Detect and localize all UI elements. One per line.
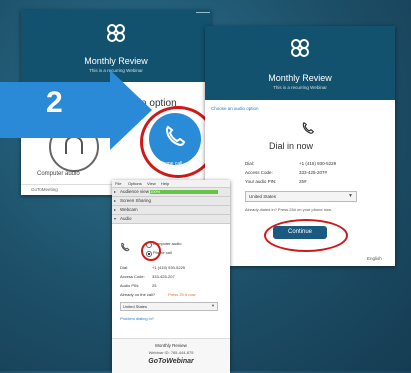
dial-window-subtitle: This is a recurring Webinar [273,85,327,90]
panel-menu-bar: File Options View Help [112,180,230,188]
access-code-value: 333-425-207# [299,170,328,175]
cp-audio-pin-value: 25 [152,283,157,288]
gotowebinar-logo: GoToWebinar [148,358,194,365]
radio-highlight-circle [141,241,161,261]
problem-dialing-link[interactable]: Problem dialing in? [120,316,154,321]
section-webcam[interactable]: ▸ Webcam [112,206,230,215]
section-label: Audience view [120,189,150,194]
section-label: Audio [120,216,132,221]
step-number: 2 [46,86,63,119]
footer-webinar-id: Webinar ID: 765-444-875 [148,350,194,355]
menu-view[interactable]: View [147,181,156,186]
back-to-audio-options-link[interactable]: Choose an audio option [211,106,259,111]
country-select[interactable]: United States ▼ [245,191,357,202]
collapse-icon: ▾ [114,216,117,221]
control-panel: File Options View Help ▸ Audience view 1… [112,180,230,373]
phone-icon [301,121,315,135]
expand-icon: ▸ [114,198,117,203]
dial-window-title: Monthly Review [268,73,332,83]
cp-note-label: Already on the call? [120,292,156,297]
chevron-down-icon: ▼ [211,303,215,308]
computer-audio-label: Computer audio [37,171,80,177]
audio-pin-value: 25# [299,179,307,184]
access-code-label: Access Code: [245,170,273,175]
dial-label: Dial: [245,161,255,166]
cp-country-value: United States [123,304,148,309]
expand-icon: ▸ [114,189,117,194]
window-controls [196,12,210,16]
dial-in-heading: Dial in now [269,141,314,151]
cp-access-code-value: 333-425-207 [152,274,175,279]
audio-pin-label: Your audio PIN: [245,179,277,184]
cp-access-code-label: Access Code: [120,274,145,279]
dial-note: Already dialed in? Press 25# on your pho… [245,207,332,212]
dial-window-header: Monthly Review This is a recurring Webin… [205,26,395,100]
gotomeeting-logo [289,38,311,64]
cp-note-value: Press 25 # now [168,292,196,297]
dial-value: +1 (415) 930-5229 [299,161,337,166]
menu-options[interactable]: Options [128,181,142,186]
cp-audio-pin-label: Audio PIN: [120,283,140,288]
footer-text: GoToMeeting [31,187,58,192]
phone-icon [120,242,130,252]
language-select[interactable]: English [367,256,382,261]
continue-highlight-ellipse [264,219,348,252]
window-title: Monthly Review [84,56,148,66]
cp-dial-label: Dial: [120,265,129,270]
footer-title: Monthly Review [155,343,187,348]
cp-country-select[interactable]: United States ▼ [120,302,218,311]
section-label: Screen Sharing [120,198,152,203]
country-select-value: United States [249,194,277,199]
cp-dial-value: +1 (415) 930-5229 [152,265,186,270]
audience-view-value: 100% [150,189,161,194]
menu-help[interactable]: Help [161,181,169,186]
chevron-down-icon: ▼ [348,193,353,199]
section-audience-view[interactable]: ▸ Audience view 100% [112,188,230,197]
expand-icon: ▸ [114,207,117,212]
section-audio[interactable]: ▾ Audio [112,215,230,224]
panel-footer: Monthly Review Webinar ID: 765-444-875 G… [112,338,230,373]
section-screen-sharing[interactable]: ▸ Screen Sharing [112,197,230,206]
section-label: Webcam [120,207,138,212]
step-arrow [0,70,160,170]
gotomeeting-logo [105,23,127,49]
menu-file[interactable]: File [115,181,121,186]
